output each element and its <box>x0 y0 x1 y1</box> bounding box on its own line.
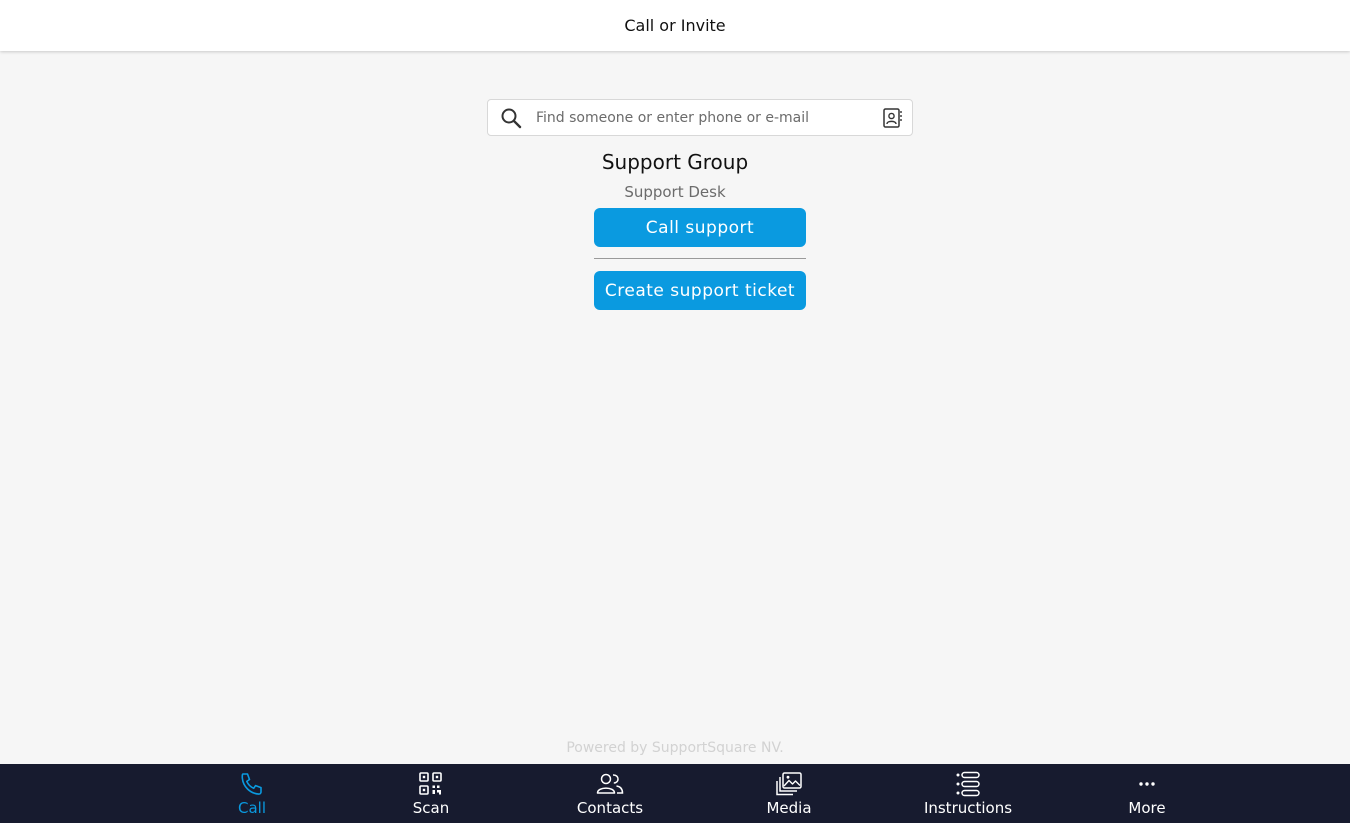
app-root: Call or Invite Support Group Support Des… <box>0 0 1350 823</box>
top-bar: Call or Invite <box>0 0 1350 51</box>
bottom-navigation: Call Scan Contacts Media Instructions Mo… <box>0 764 1350 823</box>
contacts-icon <box>595 771 625 797</box>
powered-by-text: Powered by SupportSquare NV. <box>566 740 784 756</box>
divider <box>594 258 806 259</box>
group-title: Support Group <box>601 150 749 174</box>
nav-label-more: More <box>1128 799 1166 817</box>
address-book-icon[interactable] <box>872 100 912 135</box>
search-input[interactable] <box>534 100 872 135</box>
media-icon <box>775 771 803 797</box>
instructions-icon <box>954 771 982 797</box>
phone-icon <box>238 771 266 797</box>
search-bar <box>487 99 913 136</box>
nav-item-instructions[interactable]: Instructions <box>908 764 1028 823</box>
page-title: Call or Invite <box>624 16 726 35</box>
call-support-button[interactable]: Call support <box>594 208 806 247</box>
nav-label-media: Media <box>766 799 812 817</box>
nav-label-call: Call <box>237 799 266 817</box>
create-ticket-button[interactable]: Create support ticket <box>594 271 806 310</box>
more-icon <box>1134 771 1160 797</box>
nav-item-call[interactable]: Call <box>192 764 312 823</box>
nav-item-media[interactable]: Media <box>729 764 849 823</box>
search-icon <box>488 100 534 135</box>
nav-item-contacts[interactable]: Contacts <box>550 764 670 823</box>
nav-label-scan: Scan <box>412 799 450 817</box>
nav-label-contacts: Contacts <box>576 799 644 817</box>
group-subtitle: Support Desk <box>624 183 726 201</box>
nav-item-more[interactable]: More <box>1087 764 1207 823</box>
qr-code-icon <box>418 771 444 797</box>
nav-label-instructions: Instructions <box>923 799 1013 817</box>
nav-item-scan[interactable]: Scan <box>371 764 491 823</box>
